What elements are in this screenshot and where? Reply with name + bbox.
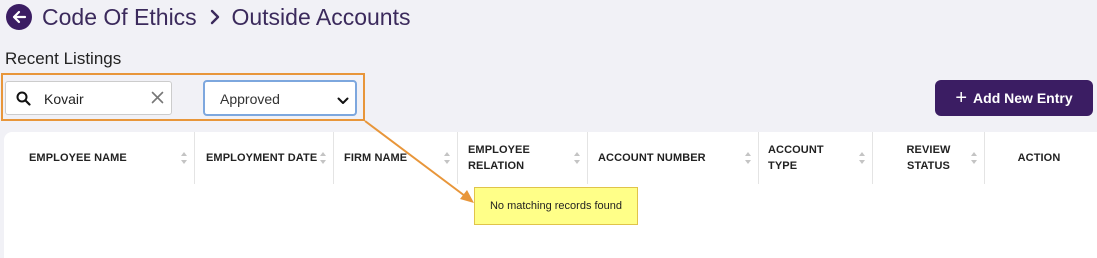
breadcrumb-parent[interactable]: Code Of Ethics [42, 4, 197, 30]
sort-icon [745, 152, 751, 164]
sort-icon [444, 152, 450, 164]
column-header-firm-name[interactable]: FIRM NAME [334, 132, 458, 184]
arrow-left-icon [12, 10, 27, 24]
sort-icon [320, 152, 326, 164]
sort-icon [971, 152, 977, 164]
column-header-employee-relation[interactable]: EMPLOYEE RELATION [458, 132, 588, 184]
breadcrumb-current: Outside Accounts [231, 3, 411, 30]
page-header: Code Of Ethics Outside Accounts [6, 2, 410, 32]
filter-highlight-box [1, 73, 365, 121]
empty-state-message: No matching records found [474, 187, 638, 225]
plus-icon: + [955, 87, 968, 109]
column-header-employee-name[interactable]: EMPLOYEE NAME [18, 132, 195, 184]
back-button[interactable] [6, 4, 32, 30]
column-header-employment-date[interactable]: EMPLOYMENT DATE [195, 132, 334, 184]
sort-icon [859, 152, 865, 164]
sort-icon [181, 152, 187, 164]
sort-icon [574, 152, 580, 164]
column-header-account-number[interactable]: ACCOUNT NUMBER [588, 132, 759, 184]
add-new-entry-label: Add New Entry [973, 90, 1073, 106]
column-header-account-type[interactable]: ACCOUNT TYPE [759, 132, 873, 184]
column-header-action: ACTION [1017, 152, 1061, 164]
add-new-entry-button[interactable]: + Add New Entry [935, 80, 1093, 116]
column-header-review-status[interactable]: REVIEW STATUS [873, 132, 985, 184]
breadcrumb: Code Of Ethics Outside Accounts [42, 4, 410, 31]
chevron-right-icon [209, 9, 221, 25]
section-title: Recent Listings [5, 49, 122, 68]
